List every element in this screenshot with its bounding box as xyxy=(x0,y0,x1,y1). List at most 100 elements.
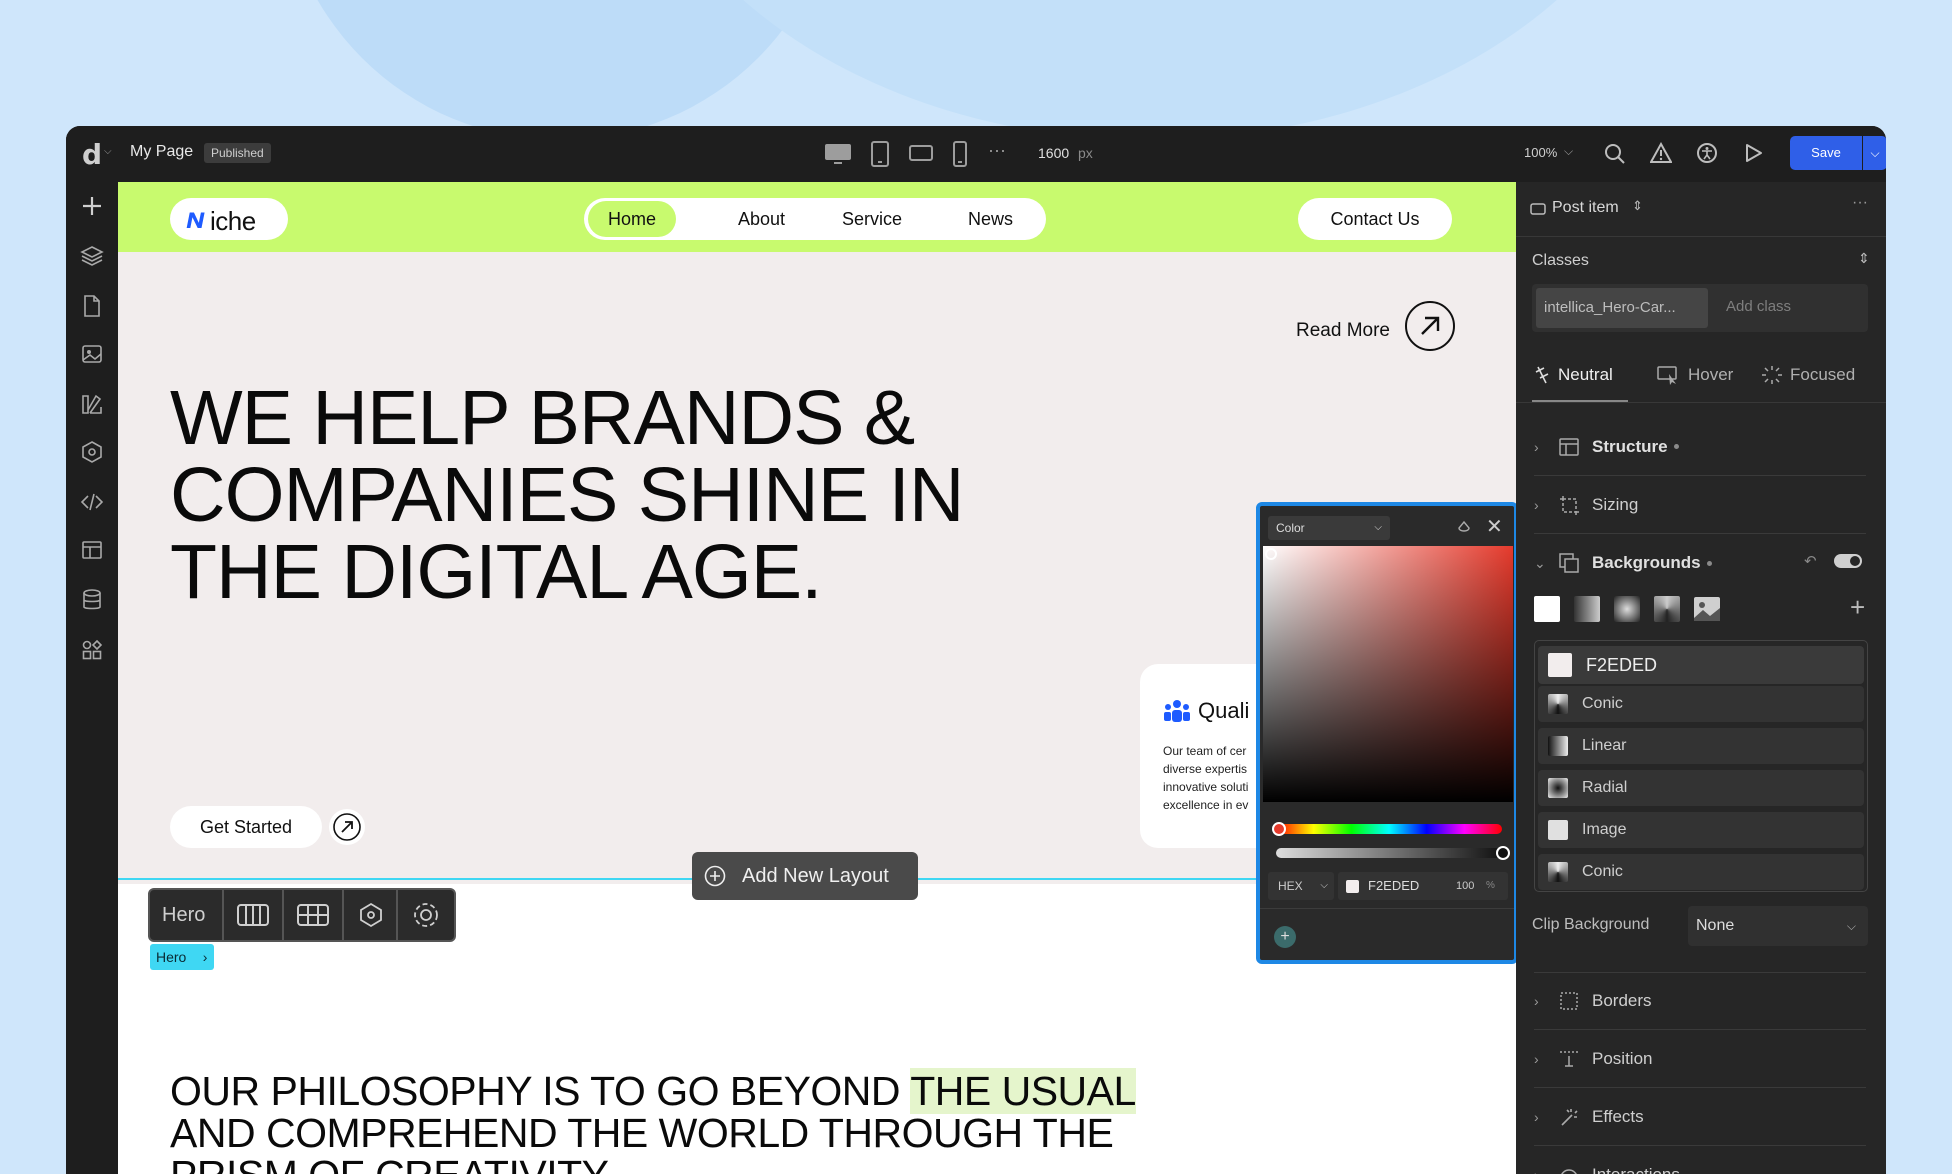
style-icon[interactable] xyxy=(80,392,104,416)
grid-icon[interactable] xyxy=(296,902,330,928)
logo-text: iche xyxy=(210,206,256,236)
team-icon xyxy=(1164,700,1190,722)
alpha-value[interactable]: 100 xyxy=(1456,872,1474,900)
section-position[interactable]: › Position xyxy=(1534,1030,1866,1088)
hue-slider[interactable] xyxy=(1276,824,1502,834)
read-more-link[interactable]: Read More xyxy=(1296,320,1390,342)
search-icon[interactable] xyxy=(1604,143,1626,165)
code-icon[interactable] xyxy=(80,490,104,514)
accessibility-icon[interactable] xyxy=(1696,142,1718,164)
layers-icon[interactable] xyxy=(80,244,104,268)
hover-icon[interactable] xyxy=(1656,364,1680,386)
bg-layer-solid[interactable]: F2EDED xyxy=(1538,646,1864,684)
apps-icon[interactable] xyxy=(80,638,104,662)
bg-type-radial[interactable] xyxy=(1614,596,1640,622)
bg-layer-conic[interactable]: Conic xyxy=(1538,854,1864,890)
section-label[interactable]: Hero xyxy=(162,904,205,927)
eyedropper-icon[interactable] xyxy=(1456,520,1472,536)
section-effects[interactable]: › Effects xyxy=(1534,1088,1866,1146)
close-icon[interactable]: ✕ xyxy=(1486,514,1503,539)
color-mode-select[interactable]: Color ⌵ xyxy=(1268,516,1390,540)
section-interactions[interactable]: › Interactions xyxy=(1534,1146,1866,1174)
get-started-button[interactable]: Get Started xyxy=(170,806,322,848)
color-picker-popover[interactable]: Color ⌵ ✕ HEX ⌵ F2EDED 100 % + xyxy=(1256,502,1518,964)
page-icon[interactable] xyxy=(80,294,104,318)
database-icon[interactable] xyxy=(80,588,104,612)
element-selector[interactable]: Post item xyxy=(1552,199,1619,217)
bg-type-image-icon[interactable] xyxy=(1692,594,1722,624)
add-background-icon[interactable]: + xyxy=(1850,592,1865,623)
add-new-layout-button[interactable]: Add New Layout xyxy=(692,852,918,900)
app-logo[interactable]: d xyxy=(82,138,102,171)
tab-focused[interactable]: Focused xyxy=(1790,365,1855,385)
desktop-icon[interactable] xyxy=(824,142,852,166)
tablet-landscape-icon[interactable] xyxy=(908,143,934,163)
focused-icon[interactable] xyxy=(1760,364,1784,386)
class-input[interactable]: intellica_Hero-Car... Add class xyxy=(1532,284,1868,332)
tablet-icon[interactable] xyxy=(870,140,890,168)
neutral-icon[interactable] xyxy=(1532,364,1552,386)
more-icon[interactable]: ··· xyxy=(1852,194,1868,212)
class-chip[interactable]: intellica_Hero-Car... xyxy=(1536,288,1708,328)
image-icon[interactable] xyxy=(80,342,104,366)
color-format-select[interactable]: HEX ⌵ xyxy=(1268,872,1334,900)
tab-neutral[interactable]: Neutral xyxy=(1558,365,1613,385)
section-sizing[interactable]: › Sizing xyxy=(1534,476,1866,534)
backgrounds-toggle[interactable] xyxy=(1834,554,1862,568)
arrow-up-right-icon[interactable] xyxy=(1404,300,1456,352)
width-value[interactable]: 1600 xyxy=(1038,145,1069,161)
section-structure[interactable]: › Structure xyxy=(1534,418,1866,476)
card-text-line: excellence in ev xyxy=(1163,798,1249,812)
save-button[interactable]: Save xyxy=(1790,136,1862,170)
mobile-icon[interactable] xyxy=(952,140,968,168)
component-icon[interactable] xyxy=(80,440,104,464)
bg-circle-left xyxy=(280,0,840,140)
site-logo[interactable]: ɴ iche xyxy=(170,198,288,240)
more-icon[interactable]: ··· xyxy=(988,140,1006,161)
position-icon xyxy=(1560,1050,1578,1067)
reset-icon[interactable]: ↶ xyxy=(1804,552,1817,570)
contact-us-button[interactable]: Contact Us xyxy=(1298,198,1452,240)
arrow-up-right-icon[interactable] xyxy=(328,808,366,846)
bg-layer-conic[interactable]: Conic xyxy=(1538,686,1864,722)
bg-type-solid[interactable] xyxy=(1534,596,1560,622)
bg-layer-image[interactable]: Image xyxy=(1538,812,1864,848)
page-name[interactable]: My Page xyxy=(130,143,193,161)
hex-input[interactable]: F2EDED 100 % xyxy=(1338,872,1508,900)
expand-icon[interactable]: ⇕ xyxy=(1858,250,1870,267)
component-icon[interactable] xyxy=(358,902,384,928)
zoom-value[interactable]: 100% xyxy=(1524,145,1557,160)
nav-news[interactable]: News xyxy=(968,209,1013,230)
alpha-slider[interactable] xyxy=(1276,848,1502,858)
alpha-handle[interactable] xyxy=(1496,846,1510,860)
tab-hover[interactable]: Hover xyxy=(1688,365,1733,385)
section-borders[interactable]: › Borders xyxy=(1534,972,1866,1030)
saturation-field[interactable] xyxy=(1263,546,1513,802)
bg-layer-linear[interactable]: Linear xyxy=(1538,728,1864,764)
warning-icon[interactable] xyxy=(1650,142,1672,164)
add-class-input[interactable]: Add class xyxy=(1726,298,1791,315)
add-icon[interactable] xyxy=(80,194,104,218)
chevron-right-icon: › xyxy=(1534,1050,1539,1067)
save-options-button[interactable]: ⌵ xyxy=(1863,136,1886,170)
saturation-handle[interactable] xyxy=(1265,548,1277,560)
bg-layer-radial[interactable]: Radial xyxy=(1538,770,1864,806)
play-icon[interactable] xyxy=(1742,142,1764,164)
clip-background-select[interactable]: None ⌵ xyxy=(1688,906,1868,946)
effects-icon xyxy=(1561,1108,1578,1126)
nav-service[interactable]: Service xyxy=(842,209,902,230)
interactions-icon xyxy=(1561,1169,1577,1174)
add-color-button[interactable]: + xyxy=(1274,926,1296,948)
bg-type-conic[interactable] xyxy=(1654,596,1680,622)
layout-icon[interactable] xyxy=(80,538,104,562)
sort-icon[interactable]: ⇕ xyxy=(1632,198,1643,214)
gear-icon[interactable] xyxy=(412,901,440,929)
nav-about[interactable]: About xyxy=(738,209,785,230)
nav-home[interactable]: Home xyxy=(588,201,676,237)
bg-type-linear[interactable] xyxy=(1574,596,1600,622)
hue-handle[interactable] xyxy=(1272,822,1286,836)
chevron-down-icon[interactable]: ⌵ xyxy=(104,146,112,157)
columns-icon[interactable] xyxy=(236,902,270,928)
hero-tag[interactable]: Hero › xyxy=(150,944,215,970)
chevron-down-icon[interactable]: ⌵ xyxy=(1564,144,1573,159)
